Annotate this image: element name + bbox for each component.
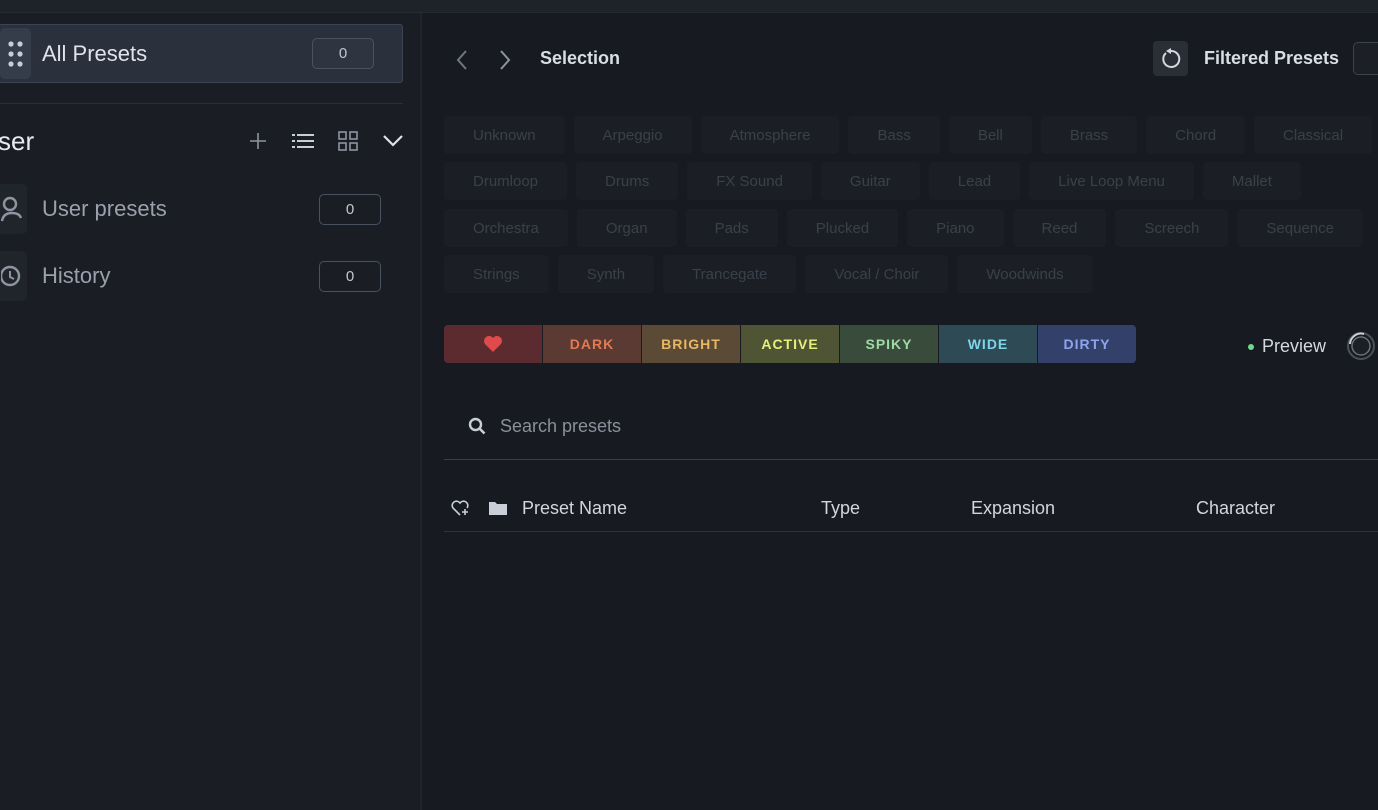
type-chip[interactable]: Mallet xyxy=(1202,162,1301,200)
character-tag-bar: DARK BRIGHT ACTIVE SPIKY WIDE DIRTY xyxy=(444,325,1137,363)
top-strip xyxy=(0,0,1378,13)
type-chip[interactable]: Synth xyxy=(557,255,655,293)
all-presets-count: 0 xyxy=(312,38,374,69)
search-bar xyxy=(444,393,1378,460)
type-chip[interactable]: Bell xyxy=(948,116,1032,154)
sidebar-item-user-presets[interactable]: User presets 0 xyxy=(0,183,381,235)
filtered-presets-toggle[interactable] xyxy=(1353,42,1378,75)
favorites-tag-button[interactable] xyxy=(444,325,542,363)
filtered-presets-label: Filtered Presets xyxy=(1204,48,1340,68)
preview-label: Preview xyxy=(1262,336,1327,356)
grid-view-icon[interactable] xyxy=(334,127,361,155)
type-chip[interactable]: Trancegate xyxy=(663,255,797,293)
type-chip[interactable]: Piano xyxy=(907,209,1004,247)
chip-row: Unknown Arpeggio Atmosphere Bass Bell Br… xyxy=(444,116,1378,154)
main-panel: Selection Filtered Presets Unknown Arpeg… xyxy=(424,13,1378,810)
history-count: 0 xyxy=(319,260,381,292)
reset-icon xyxy=(1161,47,1180,68)
chip-row: Drumloop Drums FX Sound Guitar Lead Live… xyxy=(444,162,1310,200)
table-header: Preset Name Type Expansion Character xyxy=(444,488,1378,532)
type-chip[interactable]: Screech xyxy=(1115,209,1229,247)
preview-toggle[interactable]: Preview xyxy=(1248,336,1326,357)
column-type[interactable]: Type xyxy=(821,498,860,519)
type-chip[interactable]: Lead xyxy=(928,162,1021,200)
type-chip[interactable]: Bass xyxy=(848,116,940,154)
column-character[interactable]: Character xyxy=(1196,498,1275,519)
type-chip[interactable]: Strings xyxy=(444,255,549,293)
tag-wide-button[interactable]: WIDE xyxy=(939,325,1037,363)
search-icon xyxy=(466,415,488,437)
chip-row: Orchestra Organ Pads Plucked Piano Reed … xyxy=(444,209,1372,247)
user-icon xyxy=(0,184,27,234)
user-section-tools xyxy=(244,127,424,155)
type-chip[interactable]: Drums xyxy=(576,162,679,200)
sidebar-item-history[interactable]: History 0 xyxy=(0,250,381,302)
type-chip[interactable]: Organ xyxy=(576,209,677,247)
tag-dark-button[interactable]: DARK xyxy=(543,325,641,363)
tag-bright-button[interactable]: BRIGHT xyxy=(642,325,740,363)
all-presets-label: All Presets xyxy=(42,40,148,66)
column-preset-name[interactable]: Preset Name xyxy=(522,498,627,519)
page-title: Selection xyxy=(540,48,621,68)
type-chip[interactable]: Pads xyxy=(685,209,778,247)
sidebar-divider xyxy=(0,103,403,104)
column-expansion[interactable]: Expansion xyxy=(971,498,1055,519)
user-section-title: ser xyxy=(0,126,35,156)
list-view-icon[interactable] xyxy=(289,127,316,155)
type-chip[interactable]: Classical xyxy=(1254,116,1373,154)
type-chip[interactable]: Sequence xyxy=(1237,209,1363,247)
type-chip[interactable]: Orchestra xyxy=(444,209,568,247)
type-chip[interactable]: Vocal / Choir xyxy=(805,255,949,293)
search-input[interactable] xyxy=(500,415,1100,437)
chevron-down-icon[interactable] xyxy=(379,127,406,155)
all-presets-item[interactable]: All Presets 0 xyxy=(0,24,403,83)
grid-dots-icon xyxy=(0,28,31,79)
sidebar: All Presets 0 ser User presets 0 History… xyxy=(0,13,422,810)
type-chip[interactable]: FX Sound xyxy=(687,162,812,200)
type-chip[interactable]: Live Loop Menu xyxy=(1029,162,1194,200)
type-chip[interactable]: Drumloop xyxy=(444,162,568,200)
user-presets-count: 0 xyxy=(319,193,381,225)
type-chip[interactable]: Unknown xyxy=(444,116,565,154)
type-chip[interactable]: Reed xyxy=(1012,209,1107,247)
tag-active-button[interactable]: ACTIVE xyxy=(741,325,839,363)
type-chip[interactable]: Guitar xyxy=(820,162,920,200)
chip-row: Strings Synth Trancegate Vocal / Choir W… xyxy=(444,255,1102,293)
sidebar-item-label: User presets xyxy=(42,196,167,221)
type-chip[interactable]: Woodwinds xyxy=(957,255,1093,293)
favorite-column-icon[interactable] xyxy=(450,497,472,519)
tag-spiky-button[interactable]: SPIKY xyxy=(840,325,938,363)
type-chip[interactable]: Arpeggio xyxy=(573,116,692,154)
type-chip[interactable]: Plucked xyxy=(786,209,899,247)
preview-status-dot xyxy=(1248,343,1254,350)
reset-filter-button[interactable] xyxy=(1153,41,1188,76)
add-icon[interactable] xyxy=(244,127,271,155)
type-chip[interactable]: Chord xyxy=(1146,116,1246,154)
heart-icon xyxy=(484,336,502,352)
history-icon xyxy=(0,251,27,301)
type-chip[interactable]: Brass xyxy=(1040,116,1138,154)
tag-dirty-button[interactable]: DIRTY xyxy=(1038,325,1136,363)
back-arrow-icon[interactable] xyxy=(452,47,472,73)
preview-volume-knob[interactable] xyxy=(1346,331,1376,361)
sidebar-item-label: History xyxy=(42,263,111,288)
forward-arrow-icon[interactable] xyxy=(495,47,515,73)
folder-icon[interactable] xyxy=(487,497,509,519)
type-chip[interactable]: Atmosphere xyxy=(700,116,840,154)
